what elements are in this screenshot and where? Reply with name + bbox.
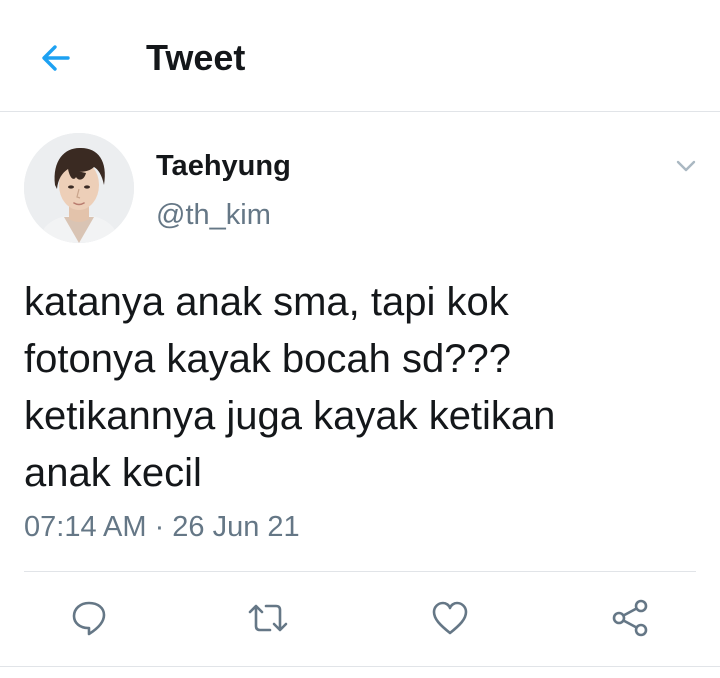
retweet-icon (246, 598, 290, 638)
reply-icon (69, 598, 109, 638)
tweet-timestamp: 07:14 AM · 26 Jun 21 (24, 511, 300, 543)
author-display-name[interactable]: Taehyung (156, 150, 291, 182)
avatar-photo (24, 133, 134, 243)
top-bar: Tweet (0, 0, 720, 112)
back-button[interactable] (28, 30, 84, 86)
more-options-button[interactable] (670, 150, 702, 182)
like-button[interactable] (428, 596, 472, 640)
share-icon (610, 598, 650, 638)
share-button[interactable] (608, 596, 652, 640)
arrow-left-icon (38, 40, 74, 76)
retweet-button[interactable] (246, 596, 290, 640)
reply-button[interactable] (67, 596, 111, 640)
page-title: Tweet (146, 37, 246, 78)
heart-icon (430, 598, 470, 638)
avatar[interactable] (24, 133, 134, 243)
tweet-text: katanya anak sma, tapi kok fotonya kayak… (24, 280, 556, 495)
chevron-down-icon (674, 154, 698, 178)
divider (0, 666, 720, 667)
divider (24, 571, 696, 572)
author-handle[interactable]: @th_kim (156, 199, 271, 231)
